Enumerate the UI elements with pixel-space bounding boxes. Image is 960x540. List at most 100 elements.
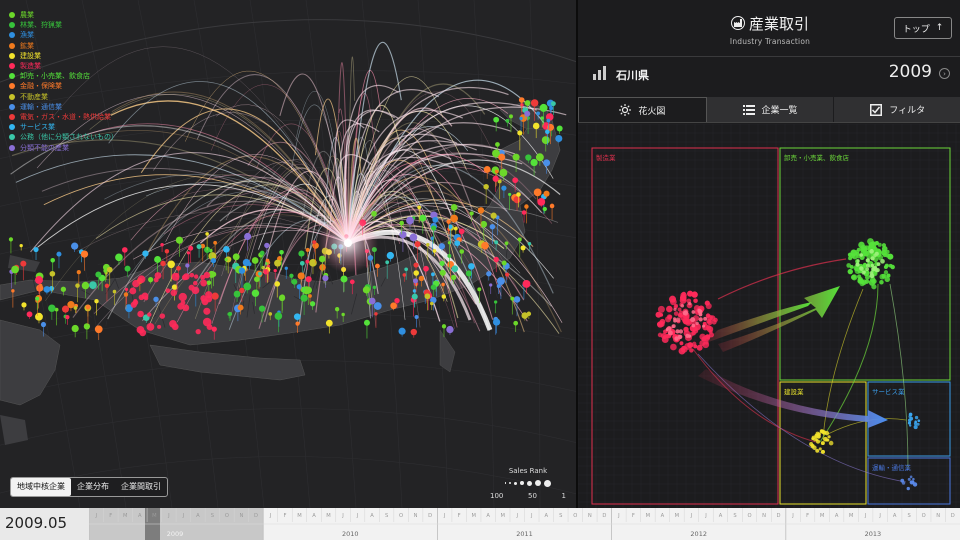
company-pin — [417, 205, 421, 210]
company-pin — [517, 130, 523, 136]
month-label: O — [747, 513, 751, 519]
prefecture-border — [43, 291, 49, 308]
month-label: O — [573, 513, 577, 519]
company-pin — [291, 278, 298, 285]
legend-item[interactable]: 金融・保険業 — [9, 81, 118, 91]
prefecture-border — [88, 276, 90, 279]
company-pin — [486, 271, 492, 277]
company-pin — [61, 305, 70, 313]
company-pin — [438, 243, 446, 250]
legend-item[interactable]: 不動産業 — [9, 92, 118, 102]
month-label: A — [544, 513, 548, 519]
company-pin — [263, 268, 269, 275]
legend-item[interactable]: 卸売・小売業、飲食店 — [9, 71, 118, 81]
mode-tab-core-companies[interactable]: 地域中核企業 — [11, 478, 71, 496]
company-pin — [525, 154, 532, 161]
month-label: F — [109, 513, 112, 519]
year-next-button[interactable]: › — [939, 68, 950, 79]
company-pin — [489, 283, 493, 287]
company-pin — [169, 320, 177, 328]
company-pin — [386, 251, 394, 260]
hub-center — [344, 239, 352, 247]
manufacturing-dot — [682, 318, 690, 325]
company-pin — [36, 284, 44, 292]
transport-dot — [909, 475, 913, 479]
company-pin — [40, 321, 47, 328]
manufacturing-dot — [691, 323, 696, 328]
company-pin — [293, 313, 301, 320]
year-label: 2013 — [865, 530, 882, 538]
legend-item[interactable]: 製造業 — [9, 61, 118, 71]
prefecture-border — [105, 320, 108, 327]
company-pin — [71, 324, 79, 333]
rank-label-50: 50 — [527, 492, 537, 500]
legend-label: 金融・保険業 — [20, 82, 62, 91]
fireworks-chart[interactable]: 製造業 卸売・小売業、飲食店 建設業 サービス業 運輸・通信業 — [578, 124, 960, 508]
manufacturing-dot — [656, 321, 664, 328]
legend-label: 卸売・小売業、飲食店 — [20, 72, 90, 81]
wholesale-dot — [881, 243, 886, 248]
company-pin — [254, 276, 260, 283]
month-label: A — [312, 513, 316, 519]
company-pin — [160, 242, 164, 247]
company-pin — [19, 244, 23, 248]
legend-item[interactable]: 電気・ガス・水道・熱供給業 — [9, 112, 118, 122]
company-pin — [210, 258, 217, 264]
tab-fireworks[interactable]: 花火図 — [578, 97, 707, 122]
manufacturing-dot — [703, 316, 708, 321]
company-pin — [549, 203, 555, 209]
construction-dot — [820, 449, 825, 454]
wholesale-dot — [874, 241, 879, 246]
tab-company-list[interactable]: 企業一覧 — [706, 97, 835, 122]
sales-rank-dots — [488, 479, 568, 487]
company-pin — [413, 270, 420, 276]
company-pin — [112, 289, 117, 294]
industry-legend: 農業 林業、狩猟業 漁業 鉱業 建設業 製造業 卸売・小売業、飲食店 金融・保険業 不動産業 運輸… — [9, 10, 118, 153]
tab-filter[interactable]: フィルタ — [834, 97, 960, 122]
top-button[interactable]: トップ ↑ — [894, 17, 952, 39]
legend-item[interactable]: 鉱業 — [9, 41, 118, 51]
company-pin — [305, 276, 312, 283]
timeline-track[interactable]: J F M A M J J A S O N D 2009 J F M A M J J A S O N D 2010 J F M A M J J A… — [89, 508, 960, 540]
company-pin — [132, 299, 139, 306]
month-label: S — [559, 513, 562, 519]
flow-line — [889, 283, 909, 470]
company-pin — [549, 106, 554, 111]
company-pin — [309, 301, 316, 307]
timeline-svg[interactable]: J F M A M J J A S O N D2009J F M A M J J A S O N D2010J F M A M J J A… — [89, 508, 960, 540]
legend-item[interactable]: 運輸・通信業 — [9, 102, 118, 112]
legend-item[interactable]: 公務（他に分類されないもの） — [9, 132, 118, 142]
mode-tab-company-distribution[interactable]: 企業分布 — [71, 478, 115, 496]
izu-islands — [439, 329, 456, 373]
legend-item[interactable]: 漁業 — [9, 30, 118, 40]
manufacturing-dot — [673, 311, 679, 316]
month-label: A — [196, 513, 200, 519]
company-pin — [508, 192, 512, 197]
month-label: O — [225, 513, 229, 519]
legend-item[interactable]: 農業 — [9, 10, 118, 20]
rank-label-1: 1 — [561, 492, 566, 500]
company-pin — [373, 302, 382, 310]
map-view[interactable]: 農業 林業、狩猟業 漁業 鉱業 建設業 製造業 卸売・小売業、飲食店 金融・保険業 不動産業 運輸… — [0, 0, 576, 508]
month-label: A — [893, 513, 897, 519]
company-pin — [516, 192, 521, 197]
legend-item[interactable]: 分類不能の産業 — [9, 142, 118, 152]
legend-item[interactable]: 建設業 — [9, 51, 118, 61]
company-pin — [94, 325, 103, 334]
company-pin — [278, 294, 286, 302]
prefecture-building-icon — [593, 66, 606, 80]
company-pin — [243, 282, 252, 291]
mode-tab-inter-company-trade[interactable]: 企業間取引 — [115, 478, 167, 496]
kyushu-landmass — [0, 319, 61, 406]
legend-item[interactable]: サービス業 — [9, 122, 118, 132]
company-pin — [524, 204, 529, 209]
month-label: M — [849, 513, 853, 519]
legend-color-swatch — [9, 63, 15, 70]
page-title: 産業取引 — [730, 13, 809, 34]
rank-dot — [527, 480, 533, 486]
company-pin — [20, 260, 27, 267]
company-pin — [522, 279, 531, 288]
company-pin — [543, 190, 550, 197]
legend-item[interactable]: 林業、狩猟業 — [9, 20, 118, 30]
legend-color-swatch — [9, 124, 15, 131]
